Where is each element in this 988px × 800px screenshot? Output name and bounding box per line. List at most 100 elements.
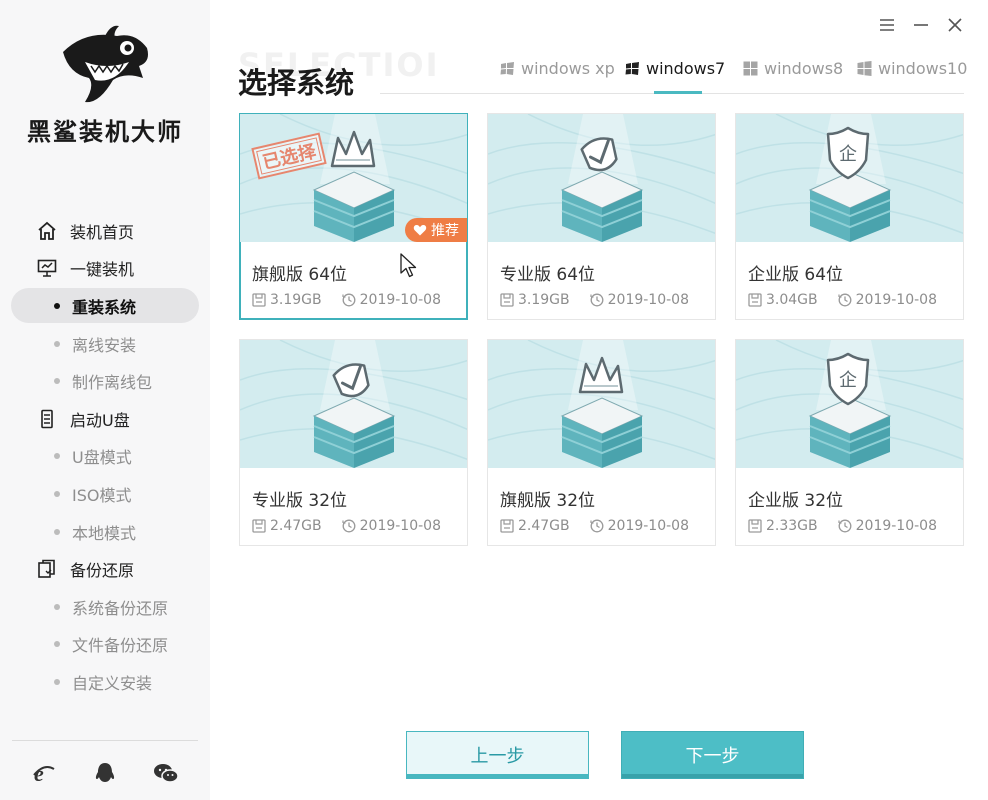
tab-label: windows8 <box>764 58 844 78</box>
previous-step-button[interactable]: 上一步 <box>406 731 589 779</box>
page-title: 选择系统 <box>238 66 355 100</box>
wechat-icon[interactable] <box>153 760 179 786</box>
sidebar-item-boot-usb[interactable]: 启动U盘 <box>0 400 210 438</box>
card-meta: 3.04GB 2019-10-08 <box>748 292 937 308</box>
card-image: 企 <box>736 114 963 242</box>
clock-icon <box>342 293 356 307</box>
card-meta: 3.19GB 2019-10-08 <box>500 292 689 308</box>
card-date-wrap: 2019-10-08 <box>590 292 689 308</box>
bullet-dot <box>54 378 60 385</box>
system-illustration <box>240 340 467 468</box>
sidebar-item-reinstall-system[interactable]: 重装系统 <box>0 287 210 325</box>
sidebar-item-custom-install[interactable]: 自定义安装 <box>0 663 210 701</box>
sidebar-item-iso-mode[interactable]: ISO模式 <box>0 475 210 513</box>
clock-icon <box>342 519 356 533</box>
card-meta: 2.47GB 2019-10-08 <box>500 518 689 534</box>
backup-icon <box>36 559 58 579</box>
windows10-icon <box>857 60 872 76</box>
tab-windows8[interactable]: windows8 <box>743 56 843 80</box>
sidebar-item-offline-install[interactable]: 离线安装 <box>0 325 210 363</box>
card-date-wrap: 2019-10-08 <box>838 292 937 308</box>
clock-icon <box>838 519 852 533</box>
shark-logo-icon <box>55 22 155 106</box>
home-icon <box>36 221 58 241</box>
sidebar-nav: 装机首页 一键装机 重装系统 离线安装 制作离线包 启动U盘 U盘模式 ISO模… <box>0 212 210 701</box>
sidebar-item-label: 文件备份还原 <box>72 636 169 656</box>
sidebar-item-label: 系统备份还原 <box>72 598 169 618</box>
system-card-professional-32[interactable]: 专业版 32位 2.47GB 2019-10-08 <box>239 339 468 546</box>
sidebar-item-label: U盘模式 <box>72 448 132 468</box>
disk-icon <box>748 293 762 307</box>
heart-icon <box>413 223 427 237</box>
card-date-wrap: 2019-10-08 <box>838 518 937 534</box>
mouse-cursor-icon <box>400 253 418 279</box>
sidebar-item-home[interactable]: 装机首页 <box>0 212 210 250</box>
card-meta: 3.19GB 2019-10-08 <box>252 292 441 308</box>
card-size: 2.33GB <box>766 518 818 534</box>
system-card-ultimate-64[interactable]: 已选择 推荐 旗舰版 64位 3.19GB 2019-10-08 <box>239 113 468 320</box>
sidebar-item-label: 装机首页 <box>70 222 135 242</box>
card-size: 2.47GB <box>270 518 322 534</box>
sidebar-item-file-backup[interactable]: 文件备份还原 <box>0 626 210 664</box>
windows7-icon <box>625 61 640 76</box>
system-illustration <box>488 114 715 242</box>
sidebar-item-system-backup[interactable]: 系统备份还原 <box>0 588 210 626</box>
sidebar-item-label: 离线安装 <box>72 335 137 355</box>
sidebar-item-one-click-install[interactable]: 一键装机 <box>0 250 210 288</box>
sidebar-item-local-mode[interactable]: 本地模式 <box>0 513 210 551</box>
card-meta: 2.47GB 2019-10-08 <box>252 518 441 534</box>
card-image <box>488 114 715 242</box>
bullet-dot <box>54 641 60 648</box>
card-size: 2.47GB <box>518 518 570 534</box>
sidebar-divider <box>12 740 198 741</box>
tab-windows-xp[interactable]: windows xp <box>500 56 615 80</box>
tab-label: windows xp <box>521 58 615 78</box>
card-size: 3.19GB <box>270 292 322 308</box>
sidebar-item-backup-restore[interactable]: 备份还原 <box>0 550 210 588</box>
card-date-wrap: 2019-10-08 <box>590 518 689 534</box>
ie-icon[interactable]: e <box>31 760 57 786</box>
disk-icon <box>748 519 762 533</box>
bullet-dot <box>54 453 60 460</box>
bullet-dot <box>54 678 60 685</box>
card-image <box>488 340 715 468</box>
card-title: 旗舰版 32位 <box>500 491 596 511</box>
sidebar-item-label: 重装系统 <box>72 297 137 317</box>
card-title: 旗舰版 64位 <box>252 265 348 285</box>
sidebar-item-label: 制作离线包 <box>72 373 153 393</box>
card-title: 企业版 32位 <box>748 491 844 511</box>
badge-label: 推荐 <box>431 223 459 239</box>
card-meta: 2.33GB 2019-10-08 <box>748 518 937 534</box>
windows-xp-icon <box>500 61 515 76</box>
sidebar-item-usb-mode[interactable]: U盘模式 <box>0 438 210 476</box>
brand-name: 黑鲨装机大师 <box>27 118 183 146</box>
menu-icon[interactable] <box>876 14 898 36</box>
card-image <box>240 340 467 468</box>
disk-icon <box>500 293 514 307</box>
tab-label: windows10 <box>878 58 968 78</box>
tab-windows10[interactable]: windows10 <box>857 56 967 80</box>
recommended-badge: 推荐 <box>405 218 467 242</box>
disk-icon <box>252 519 266 533</box>
system-card-ultimate-32[interactable]: 旗舰版 32位 2.47GB 2019-10-08 <box>487 339 716 546</box>
clock-icon <box>838 293 852 307</box>
sidebar-item-make-offline-package[interactable]: 制作离线包 <box>0 362 210 400</box>
disk-icon <box>252 293 266 307</box>
system-card-enterprise-64[interactable]: 企 企业版 64位 3.04GB 2019-10-08 <box>735 113 964 320</box>
close-icon[interactable] <box>944 14 966 36</box>
system-illustration: 企 <box>736 340 963 468</box>
sidebar-item-label: 自定义安装 <box>72 673 153 693</box>
bullet-dot <box>54 528 60 535</box>
clock-icon <box>590 519 604 533</box>
card-date: 2019-10-08 <box>359 292 441 308</box>
card-image: 企 <box>736 340 963 468</box>
svg-text:企: 企 <box>839 370 857 391</box>
system-card-enterprise-32[interactable]: 企 企业版 32位 2.33GB 2019-10-08 <box>735 339 964 546</box>
tab-windows7[interactable]: windows7 <box>625 56 725 80</box>
next-step-button[interactable]: 下一步 <box>621 731 804 779</box>
minimize-icon[interactable] <box>910 14 932 36</box>
qq-icon[interactable] <box>92 760 118 786</box>
system-card-professional-64[interactable]: 专业版 64位 3.19GB 2019-10-08 <box>487 113 716 320</box>
windows8-icon <box>743 61 758 76</box>
card-date-wrap: 2019-10-08 <box>342 292 441 308</box>
